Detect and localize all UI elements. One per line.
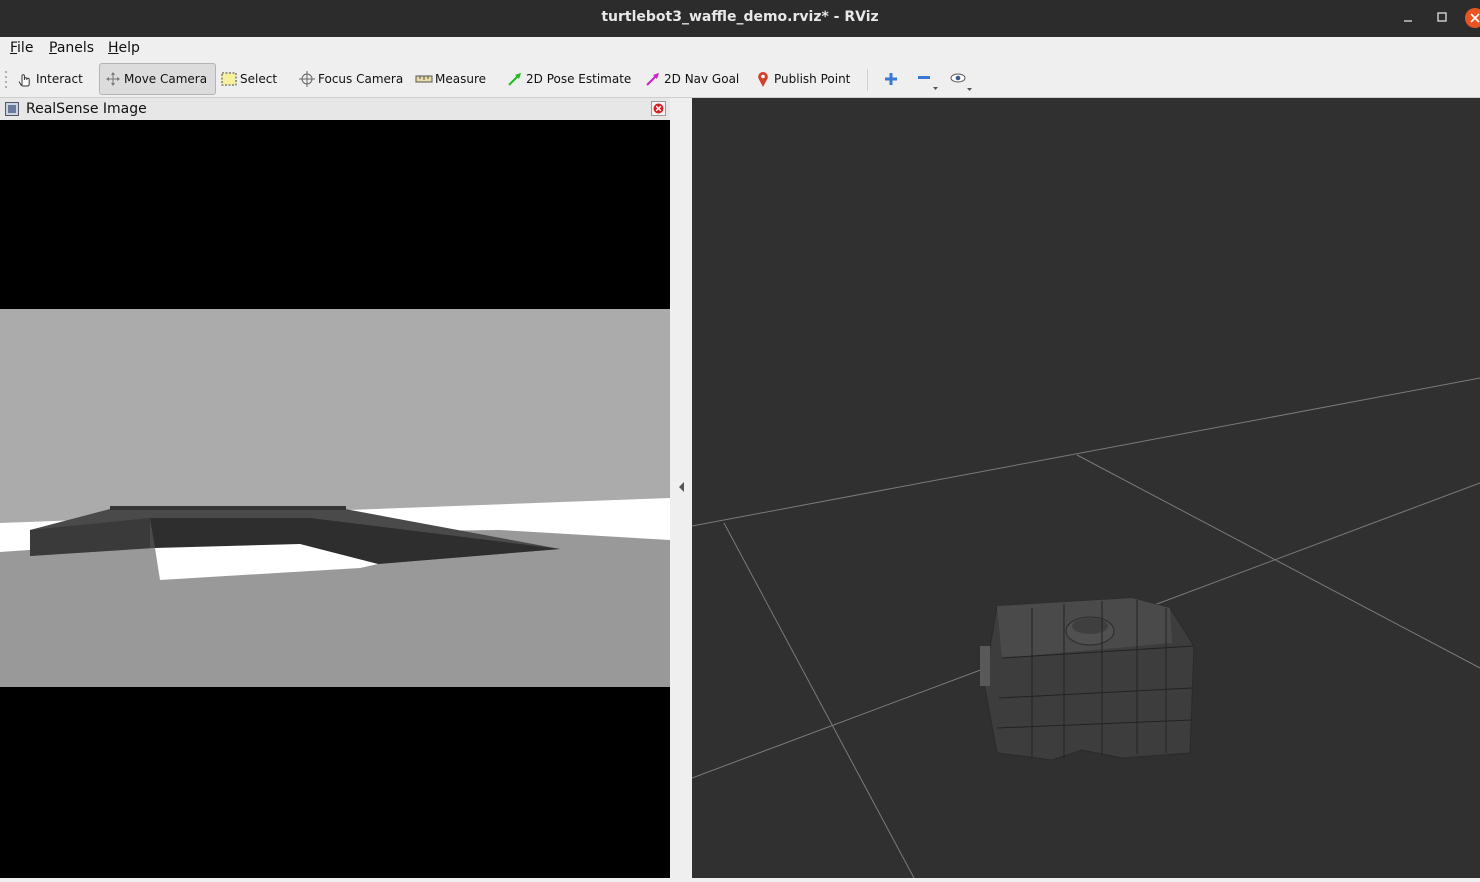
tool-focus-camera[interactable]: Focus Camera [294,63,407,95]
menu-panels-mnemonic: P [49,40,57,56]
ruler-icon [415,75,433,83]
panel-close-icon[interactable] [651,101,666,116]
add-tool-button[interactable] [878,63,906,95]
tool-focus-camera-label: Focus Camera [318,72,404,86]
image-panel-title: RealSense Image [26,101,147,117]
focus-crosshair-icon [299,71,315,87]
hand-pointer-icon [18,74,30,87]
render-3d-viewport[interactable] [691,98,1480,879]
add-tool-icon [885,73,897,85]
map-pin-icon [758,72,768,87]
maximize-icon [1437,12,1447,22]
turtlebot-model [980,597,1195,761]
tool-measure[interactable]: Measure [411,63,490,95]
menu-help-mnemonic: H [108,40,119,56]
menu-help-label: elp [118,40,140,56]
view-dropdown-button[interactable] [944,63,982,95]
menu-file[interactable]: File [10,40,33,56]
collapse-arrow-icon[interactable] [678,481,686,493]
tool-move-camera[interactable]: Move Camera [99,63,216,95]
tool-measure-label: Measure [435,72,486,86]
magenta-arrow-icon [646,73,659,86]
tool-select-label: Select [240,72,278,86]
tool-move-camera-label: Move Camera [124,72,208,86]
camera-image [0,120,670,878]
move-camera-icon [106,72,120,86]
tool-2d-pose-estimate[interactable]: 2D Pose Estimate [502,63,635,95]
tool-publish-point[interactable]: Publish Point [750,63,854,95]
panel-splitter[interactable] [670,98,692,878]
image-panel: RealSense Image [0,98,670,878]
select-rect-icon [221,72,237,86]
toolbar-grip-icon [5,71,7,88]
tool-2d-nav-goal[interactable]: 2D Nav Goal [640,63,743,95]
menu-panels-label: anels [56,40,95,56]
window-titlebar: turtlebot3_waffle_demo.rviz* - RViz [0,0,1480,37]
green-arrow-icon [508,73,521,86]
remove-tool-button[interactable] [910,63,946,95]
menu-file-mnemonic: F [10,40,18,56]
tool-interact[interactable]: Interact [12,63,87,95]
menu-file-label: ile [17,40,34,56]
tool-bar: Interact Move Camera Select Focus Camera… [0,61,1480,98]
image-panel-icon [5,102,19,116]
image-panel-header: RealSense Image [0,98,670,120]
tool-publish-point-label: Publish Point [774,72,851,86]
view-eye-icon [950,73,972,91]
tool-select[interactable]: Select [216,63,281,95]
remove-tool-icon [918,76,938,90]
menu-help[interactable]: Help [108,40,140,56]
close-icon [1465,8,1480,28]
tool-interact-label: Interact [36,72,83,86]
minimize-button[interactable] [1392,0,1426,37]
menu-bar: File Panels Help [0,37,1480,61]
viewport-canvas[interactable] [691,98,1480,879]
menu-panels[interactable]: Panels [49,40,94,56]
close-button[interactable] [1460,0,1480,37]
minimize-icon [1404,20,1412,22]
tool-2d-pose-estimate-label: 2D Pose Estimate [526,72,632,86]
maximize-button[interactable] [1426,0,1460,37]
window-title: turtlebot3_waffle_demo.rviz* - RViz [601,9,879,25]
toolbar-separator [867,69,868,91]
tool-2d-nav-goal-label: 2D Nav Goal [664,72,740,86]
